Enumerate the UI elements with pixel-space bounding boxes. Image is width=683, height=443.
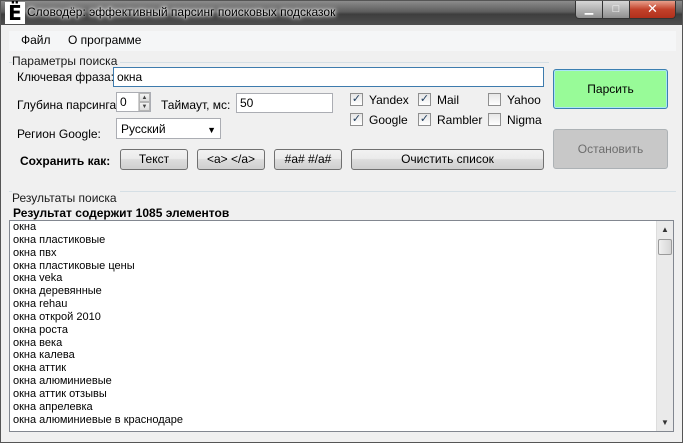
- yahoo-checkbox[interactable]: [488, 93, 501, 106]
- region-value: Русский: [121, 122, 166, 136]
- depth-label: Глубина парсинга:: [17, 98, 120, 112]
- list-item[interactable]: окна калева: [10, 349, 673, 362]
- maximize-button[interactable]: □: [602, 1, 630, 19]
- spin-down-icon[interactable]: ▼: [139, 102, 150, 111]
- app-icon: Ё: [5, 2, 25, 24]
- minimize-icon: ▁: [584, 3, 594, 15]
- vertical-scrollbar[interactable]: ▲ ▼: [656, 221, 673, 431]
- title-bar[interactable]: Ё Словодёр: эффективный парсинг поисковы…: [1, 1, 682, 25]
- key-phrase-label: Ключевая фраза:: [17, 70, 114, 84]
- list-item[interactable]: окна пластиковые цены: [10, 260, 673, 273]
- list-item[interactable]: окна veka: [10, 272, 673, 285]
- region-select[interactable]: Русский ▼: [116, 118, 221, 139]
- scroll-thumb[interactable]: [658, 239, 672, 255]
- minimize-button[interactable]: ▁: [575, 1, 603, 19]
- list-item[interactable]: окна пластиковые: [10, 234, 673, 247]
- save-hash-button[interactable]: #a# #/a#: [274, 149, 342, 170]
- mail-checkbox[interactable]: ✓: [418, 93, 431, 106]
- save-text-button[interactable]: Текст: [120, 149, 188, 170]
- scroll-up-icon[interactable]: ▲: [657, 221, 673, 238]
- stop-button[interactable]: Остановить: [553, 129, 668, 169]
- timeout-label: Таймаут, мс:: [161, 98, 231, 112]
- list-item[interactable]: окна роста: [10, 324, 673, 337]
- region-label: Регион Google:: [17, 127, 101, 141]
- mail-label: Mail: [437, 93, 460, 107]
- chevron-down-icon: ▼: [207, 125, 216, 135]
- close-icon: ✕: [647, 1, 658, 16]
- window-title: Словодёр: эффективный парсинг поисковых …: [27, 5, 336, 19]
- list-item[interactable]: окна аттик: [10, 362, 673, 375]
- params-group-label: Параметры поиска: [12, 54, 121, 68]
- menu-about[interactable]: О программе: [68, 33, 141, 47]
- main-window: Ё Словодёр: эффективный парсинг поисковы…: [0, 0, 683, 443]
- list-item[interactable]: окна открой 2010: [10, 311, 673, 324]
- key-phrase-input[interactable]: окна: [113, 67, 544, 87]
- results-items: окна окна пластиковые окна пвх окна пластик…: [10, 221, 673, 427]
- scroll-down-icon[interactable]: ▼: [657, 414, 673, 431]
- start-parse-button[interactable]: Парсить: [553, 69, 668, 109]
- yandex-label: Yandex: [369, 93, 409, 107]
- save-as-label: Сохранить как:: [20, 154, 111, 168]
- list-item[interactable]: окна века: [10, 337, 673, 350]
- list-item[interactable]: окна алюминиевые: [10, 375, 673, 388]
- depth-stepper[interactable]: 0 ▲ ▼: [116, 92, 151, 112]
- list-item[interactable]: окна апрелевка: [10, 401, 673, 414]
- spin-up-icon[interactable]: ▲: [139, 93, 150, 102]
- menu-file[interactable]: Файл: [21, 33, 51, 47]
- maximize-icon: □: [612, 3, 620, 15]
- results-count: Результат содержит 1085 элементов: [13, 206, 230, 220]
- google-checkbox[interactable]: ✓: [350, 113, 363, 126]
- menu-bar: Файл О программе: [9, 31, 676, 51]
- timeout-input[interactable]: 50: [236, 93, 333, 113]
- list-item[interactable]: окна rehau: [10, 298, 673, 311]
- results-group-label: Результаты поиска: [12, 191, 120, 205]
- list-item[interactable]: окна аттик отзывы: [10, 388, 673, 401]
- nigma-label: Nigma: [507, 113, 542, 127]
- save-links-button[interactable]: <a> </a>: [197, 149, 265, 170]
- list-item[interactable]: окна деревянные: [10, 285, 673, 298]
- results-list[interactable]: окна окна пластиковые окна пвх окна пластик…: [9, 220, 674, 432]
- rambler-checkbox[interactable]: ✓: [418, 113, 431, 126]
- rambler-label: Rambler: [437, 113, 483, 127]
- yandex-checkbox[interactable]: ✓: [350, 93, 363, 106]
- nigma-checkbox[interactable]: [488, 113, 501, 126]
- list-item[interactable]: окна пвх: [10, 247, 673, 260]
- yahoo-label: Yahoo: [507, 93, 541, 107]
- list-item[interactable]: окна алюминиевые в краснодаре: [10, 414, 673, 427]
- depth-spin-buttons: ▲ ▼: [138, 93, 150, 111]
- close-button[interactable]: ✕: [629, 1, 676, 19]
- clear-list-button[interactable]: Очистить список: [351, 149, 544, 170]
- list-item[interactable]: окна: [10, 221, 673, 234]
- google-label: Google: [369, 113, 408, 127]
- depth-value: 0: [120, 95, 127, 109]
